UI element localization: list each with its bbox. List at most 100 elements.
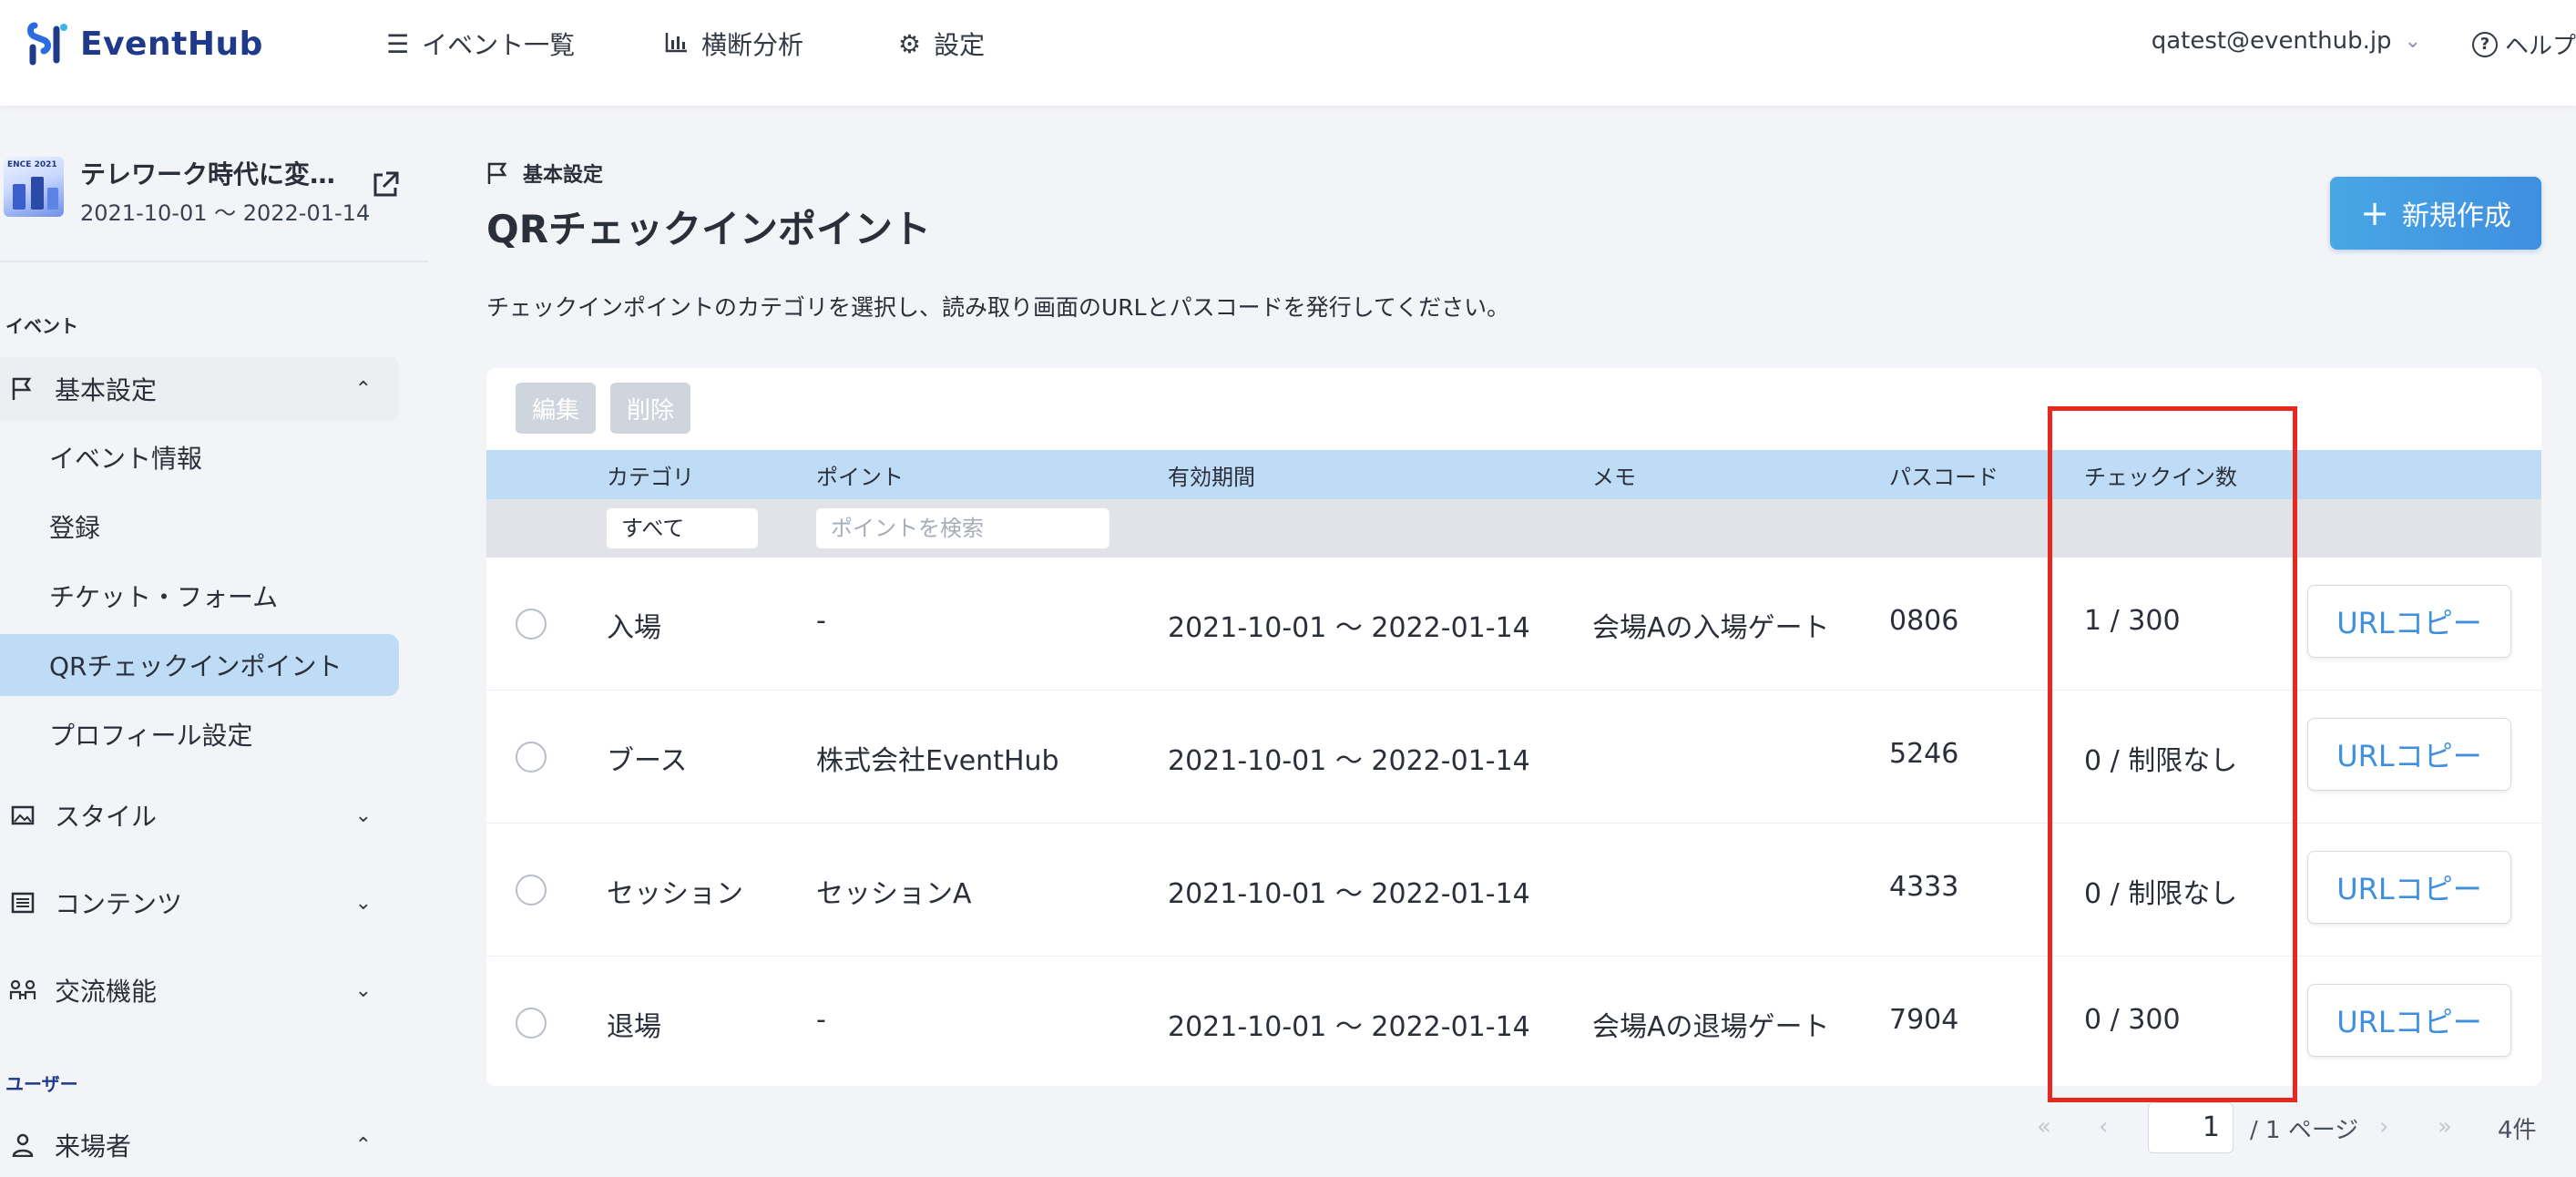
chevron-down-icon: ⌄ (354, 891, 372, 915)
nav-analysis-label: 横断分析 (701, 30, 804, 60)
list-box-icon (9, 892, 36, 914)
cell-category: ブース (607, 745, 688, 777)
help-icon: ? (2472, 31, 2498, 57)
eventhub-logo-icon (27, 22, 67, 66)
top-bar: EventHub ☰ イベント一覧 横断分析 ⚙ 設定 qatest@event… (0, 0, 2576, 106)
row-select-radio[interactable] (516, 742, 547, 773)
flag-icon (9, 376, 36, 402)
user-email: qatest@eventhub.jp (2151, 27, 2392, 55)
create-new-button[interactable]: + 新規作成 (2330, 177, 2541, 250)
url-copy-button[interactable]: URLコピー (2307, 585, 2511, 658)
cell-passcode: 0806 (1889, 605, 1959, 637)
external-link-icon[interactable] (370, 169, 401, 200)
cell-period: 2021-10-01 〜 2022-01-14 (1168, 1011, 1530, 1043)
sidebar-divider (0, 261, 428, 262)
page-title: QRチェックインポイント (486, 207, 932, 251)
event-thumbnail: ENCE 2021 (4, 157, 64, 217)
breadcrumb: 基本設定 (486, 159, 603, 188)
chevron-up-icon: ⌃ (354, 1133, 372, 1157)
section-label-user: ユーザー (5, 1073, 78, 1095)
cell-passcode: 7904 (1889, 1004, 1959, 1036)
cell-memo: 会場Aの退場ゲート (1592, 1011, 1830, 1043)
app-logo[interactable]: EventHub (26, 20, 263, 67)
column-header-point: ポイント (816, 465, 904, 490)
create-new-label: 新規作成 (2401, 200, 2511, 232)
sidebar: ENCE 2021 テレワーク時代に変… 2021-10-01 〜 2022-0… (0, 106, 428, 1175)
event-title: テレワーク時代に変… (80, 159, 336, 189)
first-page-icon[interactable]: « (2037, 1102, 2051, 1151)
nav-events[interactable]: ☰ イベント一覧 (386, 26, 575, 62)
delete-button[interactable]: 削除 (610, 383, 690, 434)
nav-settings[interactable]: ⚙ 設定 (898, 26, 985, 62)
cell-period: 2021-10-01 〜 2022-01-14 (1168, 745, 1530, 777)
cell-point: - (816, 605, 826, 637)
flag-icon (487, 162, 507, 184)
plus-icon: + (2360, 193, 2389, 233)
next-page-icon[interactable]: › (2379, 1102, 2388, 1151)
sidebar-item-label: 基本設定 (55, 375, 158, 405)
cell-point: - (816, 1004, 826, 1036)
cell-passcode: 5246 (1889, 738, 1959, 770)
sidebar-item-networking[interactable]: 交流機能 ⌄ (0, 958, 399, 1022)
chevron-down-icon: ⌄ (2404, 29, 2421, 53)
sidebar-subitem-qr-checkin[interactable]: QRチェックインポイント (0, 634, 399, 696)
cell-memo: 会場Aの入場ゲート (1592, 612, 1830, 644)
last-page-icon[interactable]: » (2438, 1102, 2452, 1151)
breadcrumb-label[interactable]: 基本設定 (523, 159, 603, 188)
cell-point: 株式会社EventHub (816, 745, 1059, 777)
gear-icon: ⚙ (898, 28, 922, 59)
edit-button[interactable]: 編集 (516, 383, 596, 434)
cell-point: セッションA (816, 878, 972, 910)
person-icon (9, 1133, 36, 1157)
cell-period: 2021-10-01 〜 2022-01-14 (1168, 878, 1530, 910)
row-select-radio[interactable] (516, 609, 547, 640)
chevron-down-icon: ⌄ (354, 803, 372, 827)
url-copy-button[interactable]: URLコピー (2307, 984, 2511, 1057)
help-label: ヘルプ (2505, 33, 2576, 60)
category-filter-select[interactable]: すべて (607, 508, 758, 548)
page-description: チェックインポイントのカテゴリを選択し、読み取り画面のURLとパスコードを発行し… (486, 294, 1510, 321)
help-link[interactable]: ? ヘルプ (2472, 27, 2576, 61)
chevron-up-icon: ⌃ (354, 377, 372, 401)
nav-settings-label: 設定 (934, 30, 986, 60)
url-copy-button[interactable]: URLコピー (2307, 851, 2511, 924)
people-connect-icon (9, 979, 36, 1001)
cell-category: 退場 (607, 1011, 661, 1043)
sidebar-item-visitors[interactable]: 来場者 ⌃ (0, 1113, 399, 1177)
item-count: 4件 (2498, 1117, 2537, 1144)
nav-events-label: イベント一覧 (422, 30, 576, 60)
user-menu[interactable]: qatest@eventhub.jp ⌄ (2152, 27, 2421, 55)
page-total: / 1 ページ (2250, 1117, 2359, 1144)
column-header-memo: メモ (1592, 465, 1636, 490)
sidebar-item-basic-settings[interactable]: 基本設定 ⌃ (0, 357, 399, 421)
row-select-radio[interactable] (516, 875, 547, 906)
row-select-radio[interactable] (516, 1008, 547, 1039)
cell-category: 入場 (607, 612, 661, 644)
page-number-input[interactable]: 1 (2148, 1102, 2234, 1153)
section-label-event: イベント (5, 315, 78, 337)
bar-chart-icon (665, 29, 689, 59)
sidebar-item-label: 来場者 (55, 1131, 132, 1162)
sidebar-item-label: スタイル (55, 802, 158, 832)
sidebar-item-style[interactable]: スタイル ⌄ (0, 783, 399, 847)
event-card: ENCE 2021 テレワーク時代に変… 2021-10-01 〜 2022-0… (0, 151, 419, 251)
chevron-down-icon: ⌄ (354, 978, 372, 1002)
sidebar-subitem-profile-settings[interactable]: プロフィール設定 (0, 703, 399, 765)
sidebar-item-contents[interactable]: コンテンツ ⌄ (0, 871, 399, 935)
image-icon (9, 804, 36, 826)
app-name: EventHub (80, 25, 263, 63)
sidebar-subitem-event-info[interactable]: イベント情報 (0, 426, 399, 488)
cell-category: セッション (607, 878, 743, 910)
list-icon: ☰ (386, 28, 410, 59)
prev-page-icon[interactable]: ‹ (2099, 1102, 2108, 1151)
column-header-category: カテゴリ (607, 465, 694, 490)
point-search-input[interactable] (816, 508, 1109, 548)
column-header-period: 有効期間 (1168, 465, 1255, 490)
url-copy-button[interactable]: URLコピー (2307, 718, 2511, 791)
nav-analysis[interactable]: 横断分析 (665, 26, 803, 62)
column-header-passcode: パスコード (1889, 465, 1998, 490)
checkin-column-highlight (2048, 406, 2297, 1102)
sidebar-subitem-ticket-form[interactable]: チケット・フォーム (0, 565, 399, 627)
cell-passcode: 4333 (1889, 871, 1959, 903)
sidebar-subitem-registration[interactable]: 登録 (0, 496, 399, 558)
